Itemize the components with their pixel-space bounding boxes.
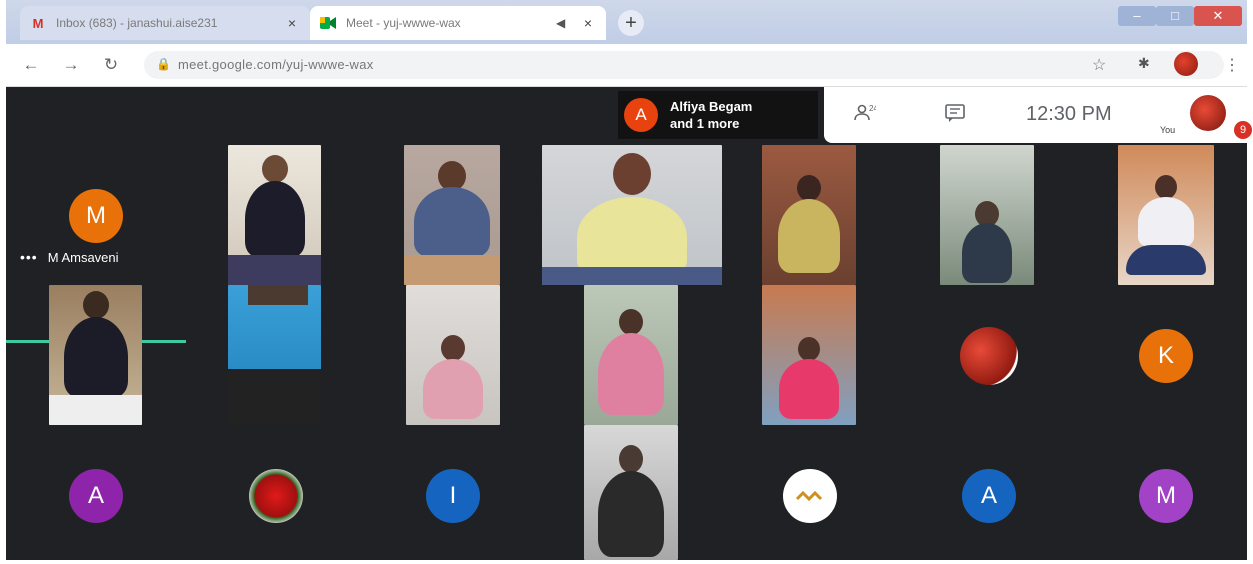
participant-avatar-photo[interactable] — [960, 327, 1018, 385]
participant-initial: A — [980, 482, 997, 509]
close-tab-icon[interactable]: × — [580, 15, 596, 31]
participant-avatar[interactable]: K — [1139, 329, 1193, 383]
notification-badge[interactable]: 9 — [1234, 121, 1252, 139]
participant-avatar[interactable]: M — [1139, 469, 1193, 523]
participant-video[interactable] — [584, 285, 678, 425]
participant-video[interactable] — [228, 285, 321, 425]
more-options-icon[interactable]: ••• — [20, 249, 38, 265]
participant-video[interactable] — [542, 145, 722, 285]
bookmark-star-icon[interactable]: ☆ — [1092, 55, 1106, 75]
presenter-banner[interactable]: A Alfiya Begam and 1 more — [618, 91, 818, 139]
you-label: You — [1160, 125, 1176, 135]
tab-gmail[interactable]: M Inbox (683) - janashui.aise231 × — [20, 6, 310, 40]
audio-playing-icon[interactable]: ◀ — [556, 16, 572, 30]
meet-grid: A Alfiya Begam and 1 more 24 12:30 PM Yo… — [6, 87, 1252, 560]
participant-video[interactable] — [584, 425, 678, 560]
presenter-name: Alfiya Begam — [670, 99, 753, 114]
close-tab-icon[interactable]: × — [284, 15, 300, 31]
participant-initial: I — [449, 482, 457, 509]
browser-window: M Inbox (683) - janashui.aise231 × Meet … — [6, 0, 1252, 560]
close-window-button[interactable]: ✕ — [1194, 6, 1242, 26]
profile-avatar[interactable] — [1174, 52, 1198, 76]
tab-title: Meet - yuj-wwwe-wax — [346, 16, 461, 30]
participant-video[interactable] — [762, 145, 856, 285]
participant-video[interactable] — [406, 285, 500, 425]
back-icon[interactable]: ← — [20, 54, 42, 76]
gmail-icon: M — [32, 15, 44, 31]
participant-video[interactable] — [228, 145, 321, 285]
participant-avatar[interactable]: A — [962, 469, 1016, 523]
chat-icon[interactable] — [944, 103, 966, 128]
participant-video[interactable] — [49, 285, 142, 425]
tab-title: Inbox (683) - janashui.aise231 — [56, 16, 218, 30]
address-bar[interactable]: 🔒 meet.google.com/yuj-wwwe-wax ☆ ✱ — [144, 51, 1224, 79]
participant-name: M Amsaveni — [47, 249, 119, 265]
browser-menu-icon[interactable]: ⋮ — [1224, 55, 1240, 75]
tab-strip: M Inbox (683) - janashui.aise231 × Meet … — [6, 0, 1247, 44]
extensions-icon[interactable]: ✱ — [1138, 55, 1150, 72]
participant-avatar: M — [69, 189, 123, 243]
participant-video[interactable] — [1118, 145, 1214, 285]
participant-avatar-photo[interactable] — [249, 469, 303, 523]
forward-icon[interactable]: → — [60, 54, 82, 76]
participant-avatar[interactable]: I — [426, 469, 480, 523]
maximize-button[interactable]: □ — [1156, 6, 1194, 26]
meet-icon — [320, 15, 336, 31]
browser-toolbar: ← → ↻ 🔒 meet.google.com/yuj-wwwe-wax ☆ ✱ — [6, 44, 1247, 87]
tab-meet[interactable]: Meet - yuj-wwwe-wax ◀ × — [310, 6, 606, 40]
url-text: meet.google.com/yuj-wwwe-wax — [178, 57, 374, 72]
participant-initial: K — [1157, 342, 1174, 369]
participant-video[interactable] — [762, 285, 856, 425]
participant-video[interactable] — [404, 145, 500, 285]
meeting-clock: 12:30 PM — [1026, 103, 1112, 125]
participant-tile-speaking[interactable]: M ••• M Amsaveni — [6, 145, 206, 343]
participant-avatar-logo[interactable] — [783, 469, 837, 523]
reload-icon[interactable]: ↻ — [100, 54, 122, 76]
presenter-avatar: A — [624, 98, 658, 132]
svg-text:24: 24 — [869, 104, 876, 113]
participant-initial: A — [87, 482, 104, 509]
lock-icon[interactable]: 🔒 — [156, 57, 171, 71]
participant-initial: M — [1156, 482, 1176, 509]
participant-video[interactable] — [940, 145, 1034, 285]
self-avatar[interactable] — [1190, 95, 1226, 131]
meet-top-controls: 24 12:30 PM You 9 — [824, 87, 1252, 143]
minimize-button[interactable]: – — [1118, 6, 1156, 26]
participant-avatar[interactable]: A — [69, 469, 123, 523]
participants-icon[interactable]: 24 — [854, 103, 878, 128]
presenter-more: and 1 more — [670, 116, 740, 131]
new-tab-button[interactable]: + — [618, 10, 644, 36]
